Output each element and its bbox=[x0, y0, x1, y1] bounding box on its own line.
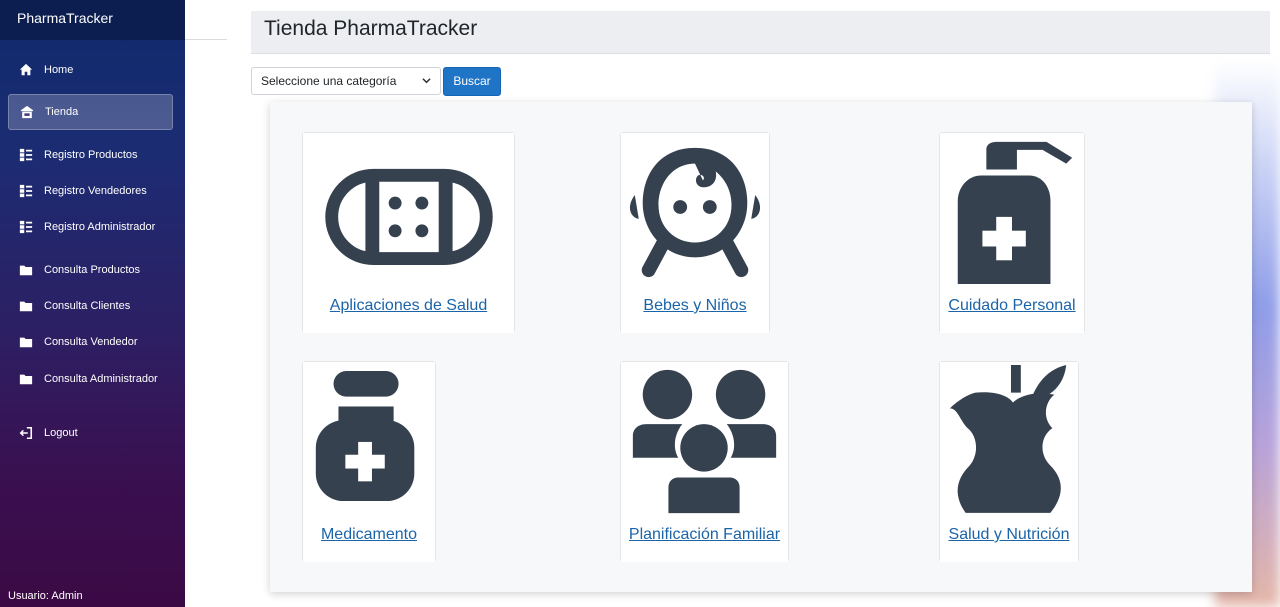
category-card-salud-y-nutricion[interactable]: Salud y Nutrición bbox=[939, 361, 1079, 562]
sidebar-item-consulta-administrador[interactable]: Consulta Administrador bbox=[8, 361, 173, 397]
category-caption: Planificación Familiar bbox=[621, 514, 788, 562]
category-select-value: Seleccione una categoría bbox=[261, 74, 397, 88]
sidebar-item-label: Logout bbox=[44, 427, 78, 439]
category-link[interactable]: Planificación Familiar bbox=[629, 526, 780, 543]
folder-icon bbox=[19, 301, 33, 312]
sidebar-item-label: Registro Administrador bbox=[44, 221, 156, 233]
folder-icon bbox=[19, 265, 33, 276]
category-image bbox=[303, 133, 514, 285]
current-user-label: Usuario: Admin bbox=[8, 590, 83, 602]
family-icon bbox=[632, 369, 777, 514]
chevron-down-icon bbox=[422, 78, 431, 84]
sidebar-item-label: Tienda bbox=[45, 106, 79, 118]
store-icon bbox=[20, 105, 34, 119]
sidebar-item-home[interactable]: Home bbox=[8, 52, 173, 88]
folder-icon bbox=[19, 374, 33, 385]
sidebar-item-consulta-vendedor[interactable]: Consulta Vendedor bbox=[8, 324, 173, 360]
category-select[interactable]: Seleccione una categoría bbox=[251, 67, 441, 95]
sidebar-item-label: Consulta Productos bbox=[44, 264, 140, 276]
category-image bbox=[940, 133, 1084, 285]
sidebar-item-label: Registro Vendedores bbox=[44, 185, 147, 197]
category-link[interactable]: Medicamento bbox=[321, 526, 417, 543]
sidebar-item-registro-administrador[interactable]: Registro Administrador bbox=[8, 209, 173, 245]
category-image bbox=[621, 362, 788, 514]
sidebar-item-logout[interactable]: Logout bbox=[8, 415, 173, 451]
divider bbox=[185, 39, 227, 40]
category-image bbox=[940, 362, 1078, 514]
category-caption: Cuidado Personal bbox=[940, 285, 1084, 333]
brand-title[interactable]: PharmaTracker bbox=[0, 0, 185, 40]
category-link[interactable]: Cuidado Personal bbox=[948, 297, 1075, 314]
category-card-aplicaciones-de-salud[interactable]: Aplicaciones de Salud bbox=[302, 132, 515, 333]
sidebar-item-tienda[interactable]: Tienda bbox=[8, 94, 173, 130]
sidebar-item-label: Consulta Administrador bbox=[44, 373, 158, 385]
category-image bbox=[303, 362, 435, 514]
sidebar: PharmaTracker Home Tienda Registro Produ… bbox=[0, 0, 185, 607]
category-caption: Salud y Nutrición bbox=[940, 514, 1078, 562]
category-card-bebes-y-ninos[interactable]: Bebes y Niños bbox=[620, 132, 770, 333]
category-card-medicamento[interactable]: Medicamento bbox=[302, 361, 436, 562]
category-card-cuidado-personal[interactable]: Cuidado Personal bbox=[939, 132, 1085, 333]
search-button[interactable]: Buscar bbox=[443, 67, 501, 96]
list-icon bbox=[19, 220, 33, 234]
category-panel: Aplicaciones de Salud Bebes y Niños Cuid… bbox=[270, 102, 1252, 592]
category-link[interactable]: Aplicaciones de Salud bbox=[330, 297, 487, 314]
category-caption: Medicamento bbox=[303, 514, 435, 562]
list-icon bbox=[19, 148, 33, 162]
category-caption: Aplicaciones de Salud bbox=[303, 285, 514, 333]
sidebar-item-label: Consulta Vendedor bbox=[44, 336, 138, 348]
medicine-jar-icon bbox=[315, 371, 415, 502]
bandage-icon bbox=[325, 168, 493, 265]
baby-icon bbox=[629, 147, 761, 278]
sidebar-item-registro-vendedores[interactable]: Registro Vendedores bbox=[8, 173, 173, 209]
page-title: Tienda PharmaTracker bbox=[251, 11, 1270, 54]
sidebar-item-consulta-productos[interactable]: Consulta Productos bbox=[8, 252, 173, 288]
sidebar-item-consulta-clientes[interactable]: Consulta Clientes bbox=[8, 288, 173, 324]
logout-icon bbox=[19, 426, 33, 440]
category-link[interactable]: Bebes y Niños bbox=[643, 297, 746, 314]
sidebar-item-label: Home bbox=[44, 64, 74, 76]
category-caption: Bebes y Niños bbox=[621, 285, 769, 333]
sidebar-item-label: Consulta Clientes bbox=[44, 300, 131, 312]
category-link[interactable]: Salud y Nutrición bbox=[949, 526, 1070, 543]
category-image bbox=[621, 133, 769, 285]
list-icon bbox=[19, 184, 33, 198]
sanitizer-icon bbox=[957, 141, 1073, 284]
home-icon bbox=[19, 63, 33, 76]
category-card-planificacion-familiar[interactable]: Planificación Familiar bbox=[620, 361, 789, 562]
apple-icon bbox=[949, 365, 1067, 513]
folder-icon bbox=[19, 337, 33, 348]
sidebar-item-label: Registro Productos bbox=[44, 149, 138, 161]
sidebar-item-registro-productos[interactable]: Registro Productos bbox=[8, 137, 173, 173]
